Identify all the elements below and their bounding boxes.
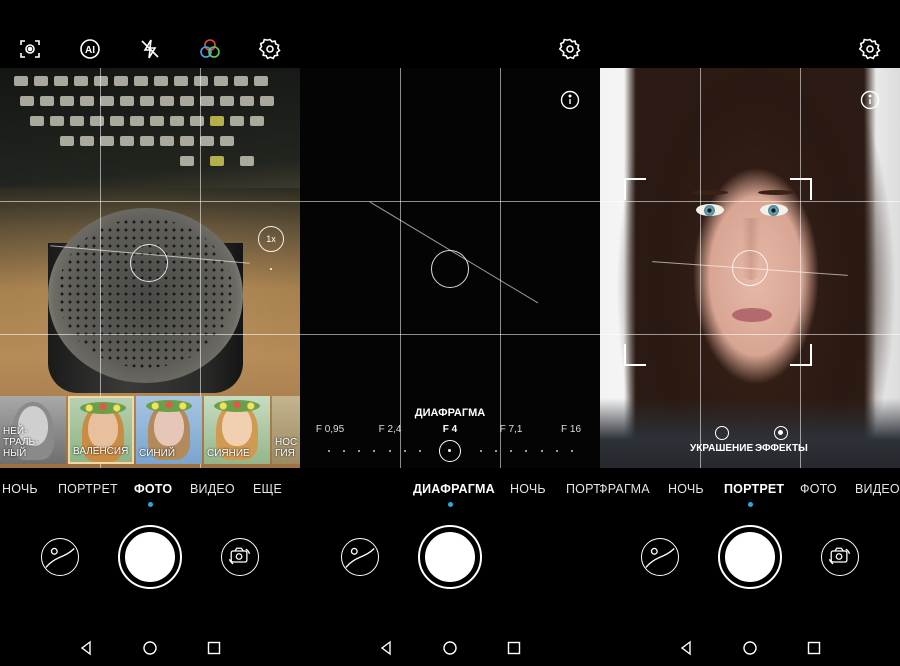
gallery-button[interactable] xyxy=(641,538,679,576)
top-toolbar xyxy=(300,0,600,68)
system-nav-bar xyxy=(300,640,600,660)
home-icon[interactable] xyxy=(742,640,758,656)
mode-video[interactable]: ВИДЕО xyxy=(855,482,900,496)
filter-label: СИЯНИЕ xyxy=(207,448,250,459)
viewfinder[interactable]: 1x НЕЙ- ТРАЛЬ- НЫЙ ВАЛЕНСИЯ СИНИЙ СИЯНИЕ… xyxy=(0,68,300,468)
mode-selector: ФРАГМА НОЧЬ ПОРТРЕТ ФОТО ВИДЕО xyxy=(600,482,900,502)
ai-icon[interactable]: AI xyxy=(78,37,102,61)
color-filter-icon[interactable] xyxy=(198,37,222,61)
mode-night[interactable]: НОЧЬ xyxy=(2,482,38,496)
mode-aperture[interactable]: ФРАГМА xyxy=(600,482,650,496)
home-icon[interactable] xyxy=(142,640,158,656)
effects-button[interactable]: ЭФФЕКТЫ xyxy=(755,426,808,454)
grid-line xyxy=(300,334,600,335)
focus-ring xyxy=(130,244,168,282)
grid-line xyxy=(0,334,300,335)
mode-aperture[interactable]: ДИАФРАГМА xyxy=(413,482,495,496)
active-mode-indicator xyxy=(148,502,153,507)
svg-text:AI: AI xyxy=(85,45,95,56)
home-icon[interactable] xyxy=(442,640,458,656)
aperture-value[interactable]: F 7,1 xyxy=(500,424,523,435)
system-nav-bar xyxy=(0,640,300,660)
effects-label: ЭФФЕКТЫ xyxy=(755,443,808,454)
aperture-slider-knob[interactable] xyxy=(439,440,461,462)
filter-thumb[interactable]: НОС ГИЯ xyxy=(272,396,300,464)
active-mode-indicator xyxy=(448,502,453,507)
back-icon[interactable] xyxy=(78,640,94,656)
switch-camera-button[interactable] xyxy=(221,538,259,576)
mode-portrait[interactable]: ПОРТ xyxy=(566,482,600,496)
keyboard-image xyxy=(0,68,300,188)
camera-frame-icon[interactable] xyxy=(18,37,42,61)
back-icon[interactable] xyxy=(378,640,394,656)
shutter-button[interactable] xyxy=(118,525,182,589)
mode-night[interactable]: НОЧЬ xyxy=(668,482,704,496)
flash-off-icon[interactable] xyxy=(138,37,162,61)
mode-selector: НОЧЬ ПОРТРЕТ ФОТО ВИДЕО ЕЩЕ xyxy=(0,482,300,502)
beauty-button[interactable]: УКРАШЕНИЕ xyxy=(690,426,753,454)
aperture-value[interactable]: F 0,95 xyxy=(316,424,344,435)
camera-screen-portrait: УКРАШЕНИЕ ЭФФЕКТЫ ФРАГМА НОЧЬ ПОРТРЕТ ФО… xyxy=(600,0,900,666)
grid-line xyxy=(0,201,300,202)
viewfinder[interactable]: ДИАФРАГМА F 0,95 F 2,4 F 4 F 7,1 F 16 xyxy=(300,68,600,468)
settings-icon[interactable] xyxy=(258,37,282,61)
grid-line xyxy=(600,201,900,202)
filter-thumb-selected[interactable]: ВАЛЕНСИЯ xyxy=(68,396,134,464)
top-toolbar xyxy=(600,0,900,68)
system-nav-bar xyxy=(600,640,900,660)
filter-strip: НЕЙ- ТРАЛЬ- НЫЙ ВАЛЕНСИЯ СИНИЙ СИЯНИЕ НО… xyxy=(0,396,300,464)
recents-icon[interactable] xyxy=(806,640,822,656)
grid-line xyxy=(800,68,801,468)
mode-video[interactable]: ВИДЕО xyxy=(190,482,235,496)
settings-icon[interactable] xyxy=(558,37,582,61)
mode-selector: ДИАФРАГМА НОЧЬ ПОРТ xyxy=(300,482,600,502)
settings-icon[interactable] xyxy=(858,37,882,61)
switch-camera-button[interactable] xyxy=(821,538,859,576)
filter-thumb[interactable]: НЕЙ- ТРАЛЬ- НЫЙ xyxy=(0,396,66,464)
filter-label: НОС ГИЯ xyxy=(275,437,298,459)
focus-ring xyxy=(431,250,469,288)
aperture-value[interactable]: F 16 xyxy=(561,424,581,435)
mode-portrait[interactable]: ПОРТРЕТ xyxy=(724,482,784,496)
grid-line xyxy=(300,201,600,202)
viewfinder[interactable]: УКРАШЕНИЕ ЭФФЕКТЫ xyxy=(600,68,900,468)
mode-portrait[interactable]: ПОРТРЕТ xyxy=(58,482,118,496)
aperture-value-selected[interactable]: F 4 xyxy=(443,424,457,435)
beauty-icon xyxy=(714,426,729,440)
shutter-button[interactable] xyxy=(718,525,782,589)
mode-photo[interactable]: ФОТО xyxy=(800,482,837,496)
zoom-button[interactable]: 1x xyxy=(258,226,284,252)
grid-line xyxy=(700,68,701,468)
filter-thumb[interactable]: СИЯНИЕ xyxy=(204,396,270,464)
aperture-slider[interactable] xyxy=(320,440,580,464)
camera-screen-photo: AI 1x НЕЙ- ТРАЛЬ- НЫЙ ВАЛЕНСИЯ СИНИЙ СИЯ… xyxy=(0,0,300,666)
mode-night[interactable]: НОЧЬ xyxy=(510,482,546,496)
mode-photo[interactable]: ФОТО xyxy=(134,482,172,496)
aperture-value[interactable]: F 2,4 xyxy=(379,424,402,435)
shutter-button[interactable] xyxy=(418,525,482,589)
camera-screen-aperture: ДИАФРАГМА F 0,95 F 2,4 F 4 F 7,1 F 16 ДИ… xyxy=(300,0,600,666)
aperture-title: ДИАФРАГМА xyxy=(414,407,486,419)
filter-label: ВАЛЕНСИЯ xyxy=(73,446,129,457)
mode-more[interactable]: ЕЩЕ xyxy=(253,482,282,496)
top-toolbar: AI xyxy=(0,0,300,68)
beauty-label: УКРАШЕНИЕ xyxy=(690,443,754,454)
effects-icon xyxy=(774,426,789,440)
info-icon[interactable] xyxy=(560,90,580,110)
grid-line xyxy=(600,334,900,335)
info-icon[interactable] xyxy=(860,90,880,110)
back-icon[interactable] xyxy=(678,640,694,656)
filter-label: СИНИЙ xyxy=(139,448,176,459)
level-line xyxy=(369,201,539,304)
active-mode-indicator xyxy=(748,502,753,507)
recents-icon[interactable] xyxy=(206,640,222,656)
filter-thumb[interactable]: СИНИЙ xyxy=(136,396,202,464)
gallery-button[interactable] xyxy=(41,538,79,576)
recents-icon[interactable] xyxy=(506,640,522,656)
gallery-button[interactable] xyxy=(341,538,379,576)
filter-label: НЕЙ- ТРАЛЬ- НЫЙ xyxy=(3,426,39,459)
